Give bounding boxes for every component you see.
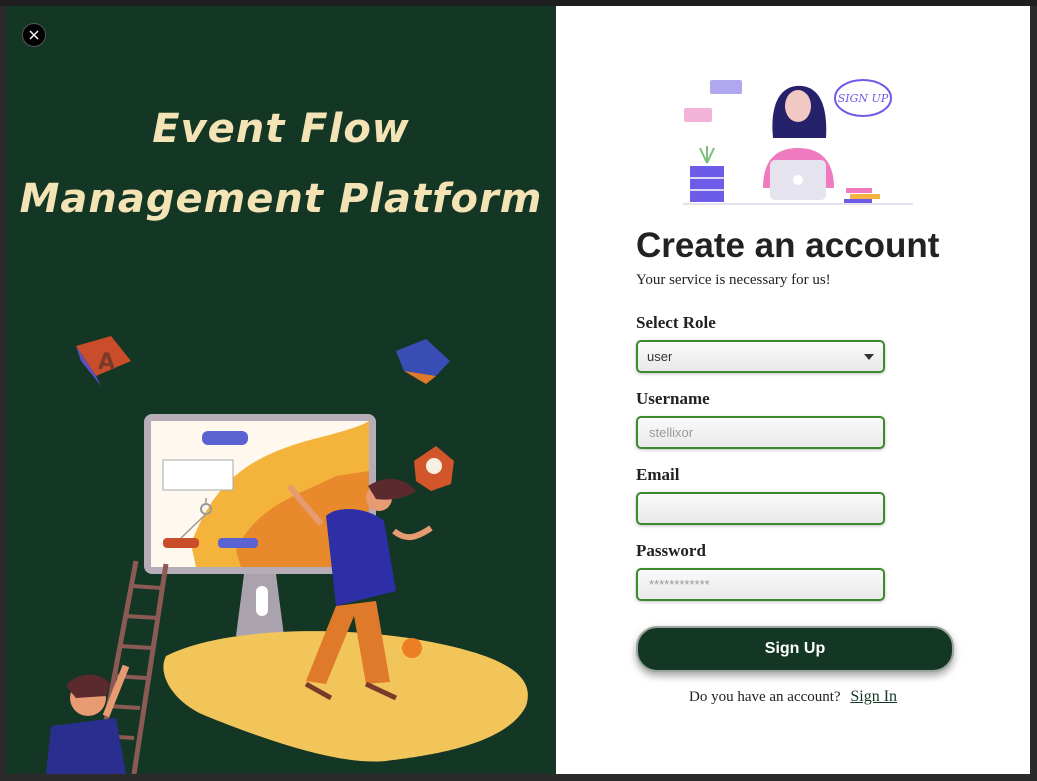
hero-badge-text: SIGN UP [838, 92, 889, 105]
signup-button[interactable]: Sign Up [636, 626, 954, 672]
brand-title-line2: Management Platform [19, 176, 543, 222]
brand-title-line1: Event Flow [152, 106, 410, 152]
signin-link[interactable]: Sign In [850, 688, 897, 705]
username-field-wrapper [636, 416, 885, 449]
password-field-wrapper [636, 568, 885, 601]
svg-text:A: A [98, 350, 115, 375]
role-select-value: user [647, 349, 673, 364]
cube-a-icon: A [76, 336, 131, 386]
signup-hero-illustration: SIGN UP [683, 79, 913, 205]
chevron-down-icon [864, 353, 874, 360]
signin-prompt-text: Do you have an account? [688, 689, 841, 705]
role-label: Select Role [636, 313, 716, 332]
password-label: Password [636, 541, 706, 560]
close-button[interactable] [22, 23, 46, 47]
email-field-wrapper [636, 492, 885, 525]
username-label: Username [636, 389, 710, 408]
cube-pencil-icon [396, 339, 450, 384]
brand-panel: Event Flow Management Platform A [6, 6, 556, 774]
cube-bulb-icon [414, 446, 454, 491]
role-select[interactable]: user [636, 340, 885, 373]
username-field[interactable] [647, 424, 874, 441]
signup-modal: Event Flow Management Platform A SIGN UP… [6, 6, 1030, 774]
form-panel: SIGN UP Create an account Your service i… [556, 6, 1030, 774]
email-label: Email [636, 465, 680, 484]
email-field[interactable] [647, 500, 874, 517]
close-icon [29, 30, 39, 40]
page-title: Create an account [636, 226, 940, 265]
password-field[interactable] [647, 576, 874, 593]
page-subtitle: Your service is necessary for us! [636, 272, 831, 288]
signin-prompt-row: Do you have an account? Sign In [556, 688, 1030, 706]
presentation-illustration: A [46, 336, 528, 774]
